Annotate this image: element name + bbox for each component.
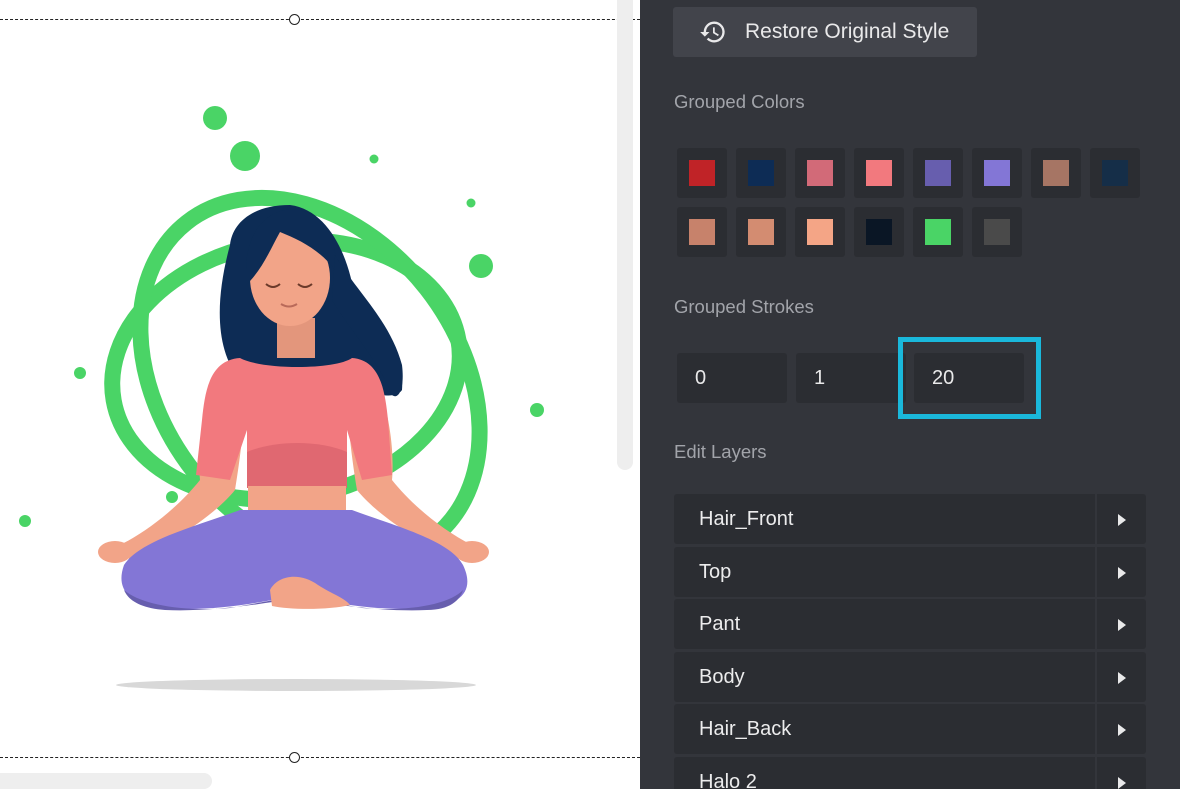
history-icon (700, 21, 725, 43)
dot (19, 515, 31, 527)
floor-shadow (116, 679, 476, 691)
color-swatch[interactable] (1031, 148, 1081, 198)
layer-row-divider (1095, 704, 1097, 754)
stroke-width-input-2[interactable]: 1 (796, 353, 906, 403)
dot (203, 106, 227, 130)
restore-original-style-button[interactable]: Restore Original Style (673, 7, 977, 57)
grouped-strokes-title: Grouped Strokes (674, 296, 814, 317)
color-chip (748, 219, 774, 245)
top-resize-handle[interactable] (289, 14, 300, 25)
expand-caret-icon[interactable] (1118, 514, 1126, 526)
horizontal-scrollbar[interactable] (0, 773, 212, 789)
expand-caret-icon[interactable] (1118, 724, 1126, 736)
layer-row[interactable]: Halo 2 (674, 756, 1146, 789)
selection-bottom-edge (0, 757, 640, 758)
meditation-illustration[interactable] (0, 0, 617, 770)
color-swatch[interactable] (677, 207, 727, 257)
color-swatch[interactable] (972, 148, 1022, 198)
color-chip (866, 219, 892, 245)
color-swatch[interactable] (913, 148, 963, 198)
right-hand (455, 541, 489, 563)
color-chip (807, 219, 833, 245)
dot (230, 141, 260, 171)
color-swatch[interactable] (736, 148, 786, 198)
dot (74, 367, 86, 379)
layer-row[interactable]: Body (674, 651, 1146, 702)
layer-row-divider (1095, 599, 1097, 649)
color-swatch[interactable] (913, 207, 963, 257)
color-swatch[interactable] (795, 148, 845, 198)
color-chip (925, 219, 951, 245)
dot (369, 154, 379, 164)
left-hand (98, 541, 132, 563)
layer-row-divider (1095, 651, 1097, 702)
color-chip (748, 160, 774, 186)
grouped-colors-title: Grouped Colors (674, 91, 805, 112)
layer-row-divider (1095, 756, 1097, 789)
color-swatch[interactable] (677, 148, 727, 198)
color-chip (866, 160, 892, 186)
dot (466, 198, 476, 208)
expand-caret-icon[interactable] (1118, 619, 1126, 631)
layer-label: Pant (699, 613, 741, 635)
layer-row-divider (1095, 546, 1097, 597)
layer-label: Hair_Front (699, 508, 794, 530)
artboard-canvas[interactable] (0, 0, 640, 789)
layer-row[interactable]: Pant (674, 599, 1146, 649)
color-swatch[interactable] (854, 207, 904, 257)
dot (166, 491, 178, 503)
color-chip (984, 160, 1010, 186)
layer-row[interactable]: Top (674, 546, 1146, 597)
style-panel: Restore Original Style Grouped Colors Gr… (640, 0, 1180, 789)
layer-label: Hair_Back (699, 718, 792, 740)
expand-caret-icon[interactable] (1118, 566, 1126, 579)
color-chip (925, 160, 951, 186)
layer-label: Top (699, 560, 732, 583)
color-swatch[interactable] (736, 207, 786, 257)
layer-label: Halo 2 (699, 770, 757, 789)
dot (469, 254, 493, 278)
layer-row[interactable]: Hair_Back (674, 704, 1146, 754)
expand-caret-icon[interactable] (1118, 776, 1126, 789)
color-swatch[interactable] (1090, 148, 1140, 198)
editor-window: Restore Original Style Grouped Colors Gr… (0, 0, 1180, 789)
layer-label: Body (699, 665, 745, 688)
bottom-resize-handle[interactable] (289, 752, 300, 763)
color-swatch[interactable] (972, 207, 1022, 257)
selection-top-edge (0, 19, 640, 20)
dot (530, 403, 544, 417)
stroke-width-input-1[interactable]: 0 (677, 353, 787, 403)
vertical-scrollbar[interactable] (617, 0, 633, 470)
color-chip (689, 160, 715, 186)
restore-button-label: Restore Original Style (745, 20, 950, 43)
highlight-annotation (898, 337, 1041, 419)
expand-caret-icon[interactable] (1118, 671, 1126, 684)
color-chip (689, 219, 715, 245)
shirt-shade (247, 443, 347, 488)
color-swatch[interactable] (854, 148, 904, 198)
color-chip (807, 160, 833, 186)
color-chip (984, 219, 1010, 245)
color-chip (1043, 160, 1069, 186)
layer-row[interactable]: Hair_Front (674, 494, 1146, 544)
color-swatch[interactable] (795, 207, 845, 257)
edit-layers-title: Edit Layers (674, 441, 767, 462)
color-chip (1102, 160, 1128, 186)
layer-row-divider (1095, 494, 1097, 544)
